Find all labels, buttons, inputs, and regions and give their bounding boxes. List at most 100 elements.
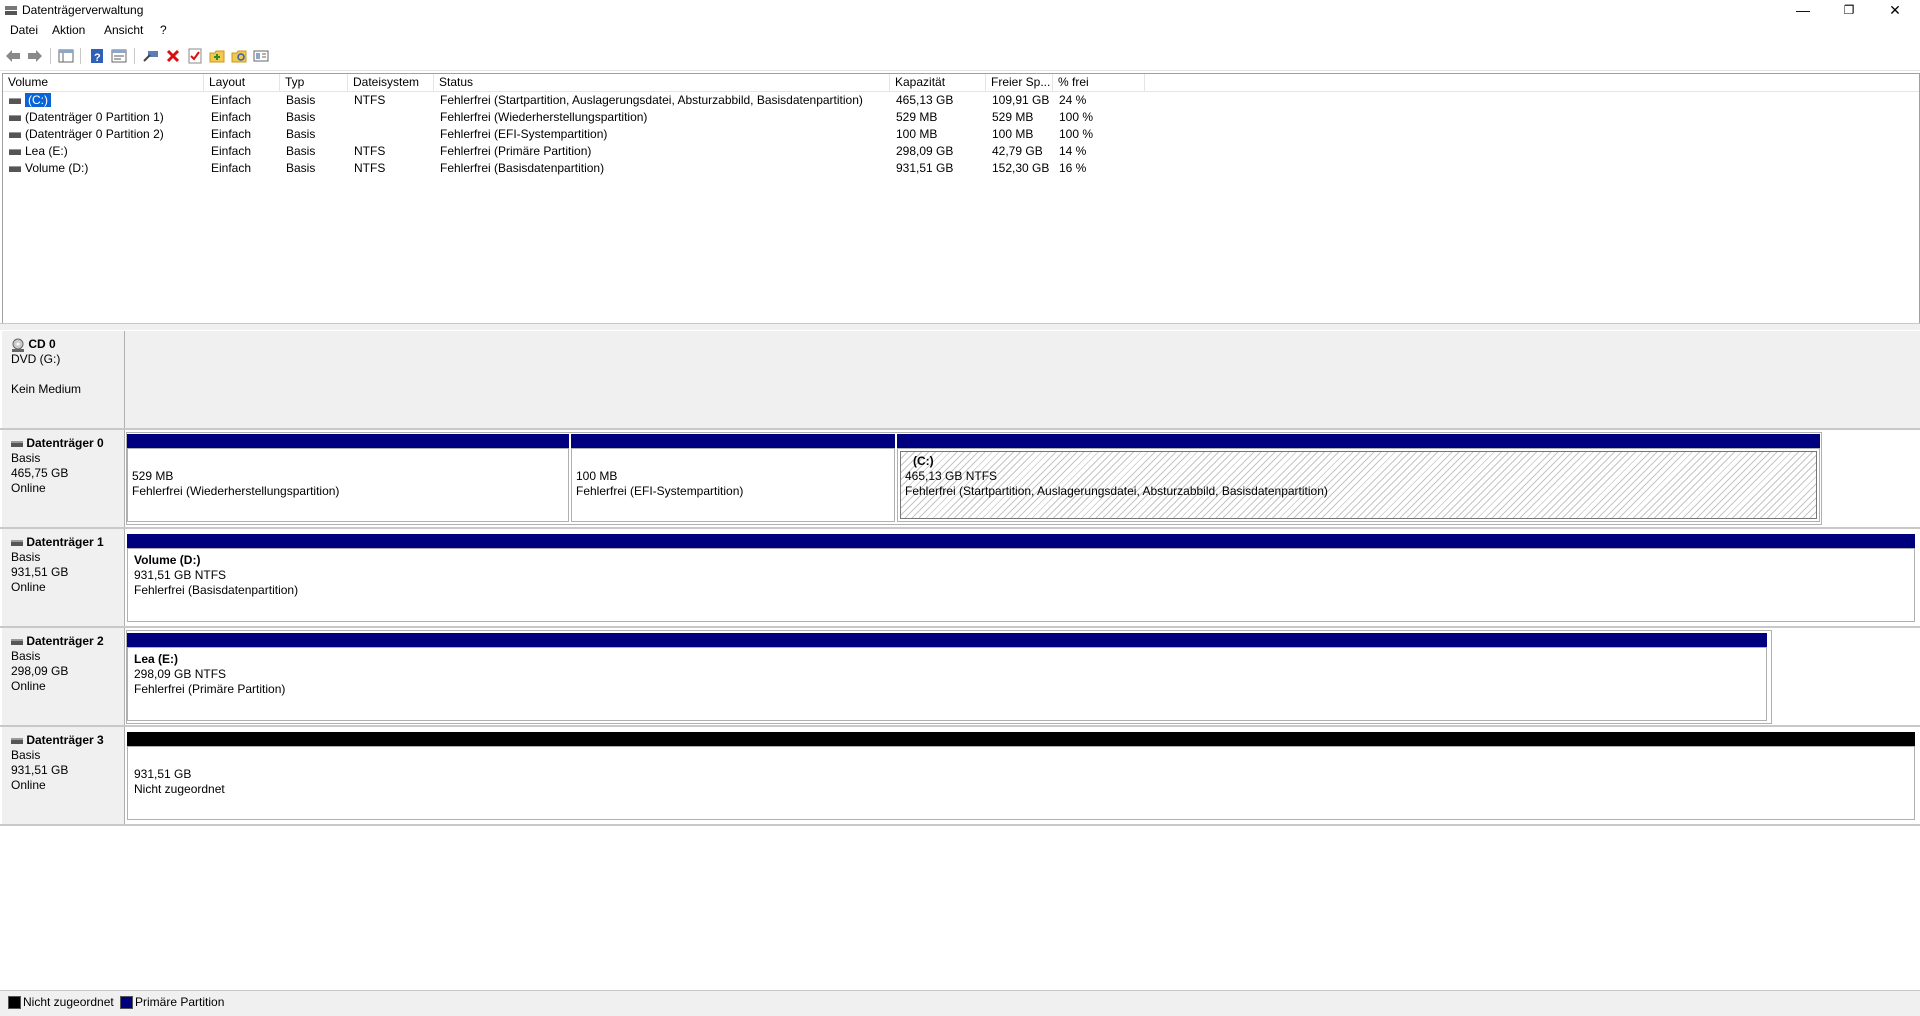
disk-size: 298,09 GB xyxy=(11,664,69,678)
disk-management-icon xyxy=(5,6,17,15)
cell-freier-speicher: 100 MB xyxy=(992,127,1034,141)
partition-d[interactable]: Volume (D:) 931,51 GB NTFS Fehlerfrei (B… xyxy=(127,548,1915,622)
table-row[interactable]: (Datenträger 0 Partition 2) Einfach Basi… xyxy=(3,126,1919,143)
column-header-prozent-frei[interactable]: % frei xyxy=(1053,74,1145,91)
column-header-layout[interactable]: Layout xyxy=(204,74,280,91)
cell-status: Fehlerfrei (Primäre Partition) xyxy=(440,144,592,158)
cell-prozent-frei: 14 % xyxy=(1059,144,1087,158)
cell-prozent-frei: 24 % xyxy=(1059,93,1087,107)
cell-prozent-frei: 100 % xyxy=(1059,110,1094,124)
partition-bar xyxy=(571,434,895,448)
volume-list[interactable]: Volume Layout Typ Dateisystem Status Kap… xyxy=(2,73,1920,325)
disk-state: Online xyxy=(11,679,46,693)
partition-bar xyxy=(127,434,569,448)
disk-separator xyxy=(0,527,1920,529)
volume-name: (C:) xyxy=(25,93,51,107)
partition-e[interactable]: Lea (E:) 298,09 GB NTFS Fehlerfrei (Prim… xyxy=(127,647,1767,721)
back-arrow-icon[interactable] xyxy=(4,47,22,65)
disk-label-disk0[interactable]: Datenträger 0 Basis 465,75 GB Online xyxy=(2,430,125,528)
partition-name: Lea (E:) xyxy=(134,652,179,666)
cell-kapazitaet: 465,13 GB xyxy=(896,93,954,107)
close-button[interactable]: ✕ xyxy=(1872,0,1918,22)
partition-bar xyxy=(127,534,1915,548)
unallocated-space[interactable]: 931,51 GB Nicht zugeordnet xyxy=(127,746,1915,820)
connect-icon[interactable] xyxy=(142,47,160,65)
restore-button[interactable]: ❐ xyxy=(1826,0,1872,22)
disk-separator xyxy=(0,725,1920,727)
toolbar xyxy=(0,44,1920,71)
cell-layout: Einfach xyxy=(211,127,252,141)
disk-label-disk1[interactable]: Datenträger 1 Basis 931,51 GB Online xyxy=(2,529,125,627)
cell-typ: Basis xyxy=(286,127,316,141)
volume-name: (Datenträger 0 Partition 2) xyxy=(25,127,164,141)
partition-status: Fehlerfrei (Basisdatenpartition) xyxy=(134,583,299,597)
check-icon[interactable] xyxy=(186,47,204,65)
cell-kapazitaet: 529 MB xyxy=(896,110,938,124)
disk-name: CD 0 xyxy=(28,337,56,351)
table-row[interactable]: Lea (E:) Einfach Basis NTFS Fehlerfrei (… xyxy=(3,143,1919,160)
view-icon[interactable] xyxy=(252,47,270,65)
column-header-freier-speicher[interactable]: Freier Sp... xyxy=(986,74,1053,91)
partition-bar xyxy=(127,732,1915,746)
table-row[interactable]: (Datenträger 0 Partition 1) Einfach Basi… xyxy=(3,109,1919,126)
menu-ansicht[interactable]: Ansicht xyxy=(104,23,143,37)
delete-icon[interactable] xyxy=(164,47,182,65)
partition-c[interactable]: (C:) 465,13 GB NTFS Fehlerfrei (Startpar… xyxy=(897,448,1820,522)
disk-state: Online xyxy=(11,481,46,495)
column-header-status[interactable]: Status xyxy=(434,74,890,91)
window-title: Datenträgerverwaltung xyxy=(22,3,144,17)
partition-size: 465,13 GB NTFS xyxy=(905,469,998,483)
partition-status: Nicht zugeordnet xyxy=(134,782,225,796)
disk-label-cd0[interactable]: CD 0 DVD (G:) Kein Medium xyxy=(2,331,125,429)
column-header-typ[interactable]: Typ xyxy=(280,74,348,91)
new-folder-icon[interactable] xyxy=(208,47,226,65)
legend-label-primary: Primäre Partition xyxy=(135,995,225,1009)
partition-size: 100 MB xyxy=(576,469,618,483)
table-row[interactable]: (C:) Einfach Basis NTFS Fehlerfrei (Star… xyxy=(3,92,1919,109)
hard-disk-icon xyxy=(11,440,23,447)
disk-separator xyxy=(0,626,1920,628)
column-header-kapazitaet[interactable]: Kapazität xyxy=(890,74,986,91)
minimize-button[interactable]: — xyxy=(1780,0,1826,22)
console-tree-icon[interactable] xyxy=(57,47,75,65)
cell-status: Fehlerfrei (Startpartition, Auslagerungs… xyxy=(440,93,863,107)
partition-size: 298,09 GB NTFS xyxy=(134,667,227,681)
disk-type: Basis xyxy=(11,550,41,564)
drive-icon xyxy=(9,97,21,104)
forward-arrow-icon[interactable] xyxy=(26,47,44,65)
menu-datei[interactable]: Datei xyxy=(10,23,38,37)
toolbar-separator xyxy=(50,48,51,64)
partition-name: Volume (D:) xyxy=(134,553,201,567)
help-icon[interactable]: ? xyxy=(88,47,106,65)
disk-label-disk3[interactable]: Datenträger 3 Basis 931,51 GB Online xyxy=(2,727,125,825)
cd0-empty-area xyxy=(125,331,1920,429)
disk-drive: DVD (G:) xyxy=(11,352,61,366)
disk-type: Basis xyxy=(11,748,41,762)
cell-freier-speicher: 42,79 GB xyxy=(992,144,1043,158)
cell-dateisystem: NTFS xyxy=(354,161,386,175)
cell-typ: Basis xyxy=(286,144,316,158)
menu-aktion[interactable]: Aktion xyxy=(52,23,85,37)
column-header-volume[interactable]: Volume xyxy=(3,74,204,91)
column-header-dateisystem[interactable]: Dateisystem xyxy=(348,74,434,91)
open-folder-icon[interactable] xyxy=(230,47,248,65)
disk-size: 465,75 GB xyxy=(11,466,69,480)
partition-efi[interactable]: 100 MB Fehlerfrei (EFI-Systempartition) xyxy=(571,448,895,522)
cell-typ: Basis xyxy=(286,93,316,107)
drive-icon xyxy=(9,114,21,121)
disk-label-disk2[interactable]: Datenträger 2 Basis 298,09 GB Online xyxy=(2,628,125,726)
drive-icon xyxy=(9,148,21,155)
disk-state: Online xyxy=(11,580,46,594)
volume-name: Lea (E:) xyxy=(25,144,68,158)
title-bar: Datenträgerverwaltung — ❐ ✕ xyxy=(0,0,1920,22)
partition-recovery[interactable]: 529 MB Fehlerfrei (Wiederherstellungspar… xyxy=(127,448,569,522)
menu-help[interactable]: ? xyxy=(160,23,167,37)
cell-dateisystem: NTFS xyxy=(354,144,386,158)
properties-icon[interactable] xyxy=(110,47,128,65)
cell-status: Fehlerfrei (Basisdatenpartition) xyxy=(440,161,605,175)
partition-status: Fehlerfrei (Wiederherstellungspartition) xyxy=(132,484,340,498)
partition-bar xyxy=(127,633,1767,647)
legend-swatch-unallocated xyxy=(8,996,21,1009)
table-row[interactable]: Volume (D:) Einfach Basis NTFS Fehlerfre… xyxy=(3,160,1919,177)
cell-dateisystem xyxy=(348,109,354,126)
